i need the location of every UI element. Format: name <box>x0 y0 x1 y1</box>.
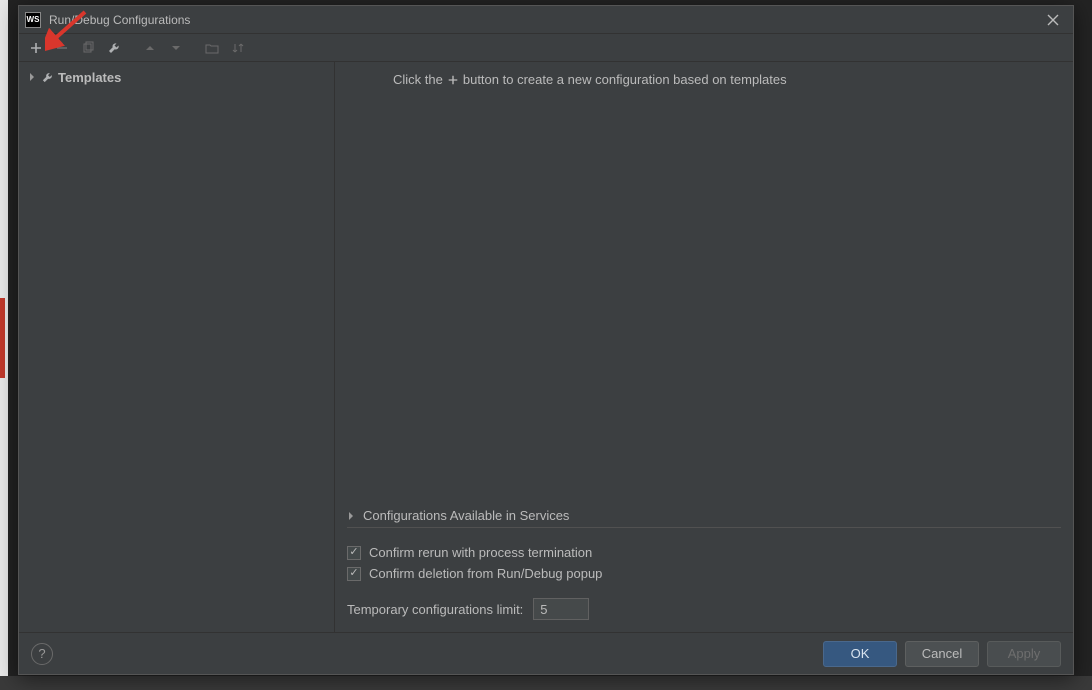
edit-defaults-button[interactable] <box>103 37 125 59</box>
move-down-button[interactable] <box>165 37 187 59</box>
up-icon <box>143 41 157 55</box>
add-config-button[interactable] <box>25 37 47 59</box>
down-icon <box>169 41 183 55</box>
config-tree[interactable]: Templates <box>19 62 335 632</box>
main-panel: Click the button to create a new configu… <box>335 62 1073 632</box>
remove-icon <box>55 41 69 55</box>
cancel-button[interactable]: Cancel <box>905 641 979 667</box>
confirm-deletion-row: Confirm deletion from Run/Debug popup <box>343 563 1065 584</box>
ok-button[interactable]: OK <box>823 641 897 667</box>
dialog-body: Templates Click the button to create a n… <box>19 62 1073 632</box>
confirm-deletion-label: Confirm deletion from Run/Debug popup <box>369 566 602 581</box>
services-section-label: Configurations Available in Services <box>363 508 569 523</box>
wrench-icon <box>41 71 54 84</box>
close-icon <box>1047 14 1059 26</box>
hint-prefix: Click the <box>393 72 443 87</box>
temp-limit-row: Temporary configurations limit: <box>343 584 1065 624</box>
window-title: Run/Debug Configurations <box>49 13 1039 27</box>
app-icon: WS <box>25 12 41 28</box>
background-bottom-bar <box>0 676 1092 690</box>
dialog-footer: ? OK Cancel Apply <box>19 632 1073 674</box>
folder-icon <box>205 41 219 55</box>
confirm-rerun-row: Confirm rerun with process termination <box>343 542 1065 563</box>
background-red-strip <box>0 298 5 378</box>
chevron-right-icon <box>27 73 37 81</box>
run-debug-config-dialog: WS Run/Debug Configurations <box>18 5 1074 675</box>
copy-icon <box>81 41 95 55</box>
close-button[interactable] <box>1039 6 1067 34</box>
templates-label: Templates <box>58 70 121 85</box>
confirm-rerun-checkbox[interactable] <box>347 546 361 560</box>
sort-button[interactable] <box>227 37 249 59</box>
services-section-header[interactable]: Configurations Available in Services <box>347 504 1061 528</box>
apply-button[interactable]: Apply <box>987 641 1061 667</box>
sort-icon <box>231 41 245 55</box>
folder-button[interactable] <box>201 37 223 59</box>
add-icon <box>29 41 43 55</box>
toolbar <box>19 34 1073 62</box>
hint-suffix: button to create a new configuration bas… <box>463 72 787 87</box>
move-up-button[interactable] <box>139 37 161 59</box>
chevron-right-icon <box>347 508 357 523</box>
empty-hint: Click the button to create a new configu… <box>343 66 1065 87</box>
titlebar: WS Run/Debug Configurations <box>19 6 1073 34</box>
wrench-icon <box>107 41 121 55</box>
confirm-rerun-label: Confirm rerun with process termination <box>369 545 592 560</box>
help-button[interactable]: ? <box>31 643 53 665</box>
temp-limit-input[interactable] <box>533 598 589 620</box>
copy-config-button[interactable] <box>77 37 99 59</box>
remove-config-button[interactable] <box>51 37 73 59</box>
templates-node[interactable]: Templates <box>19 66 334 88</box>
temp-limit-label: Temporary configurations limit: <box>347 602 523 617</box>
confirm-deletion-checkbox[interactable] <box>347 567 361 581</box>
plus-icon <box>447 74 459 86</box>
